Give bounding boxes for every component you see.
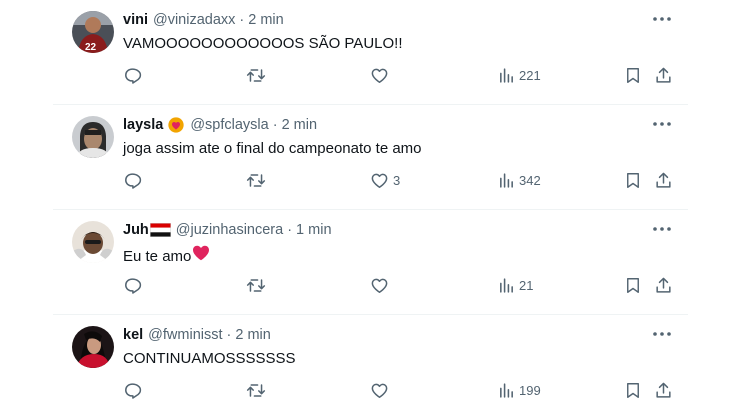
bookmark-button[interactable] (624, 274, 642, 296)
views-icon (498, 277, 515, 294)
display-name[interactable]: vini (123, 12, 148, 28)
bookmark-button[interactable] (624, 64, 642, 86)
post-text: CONTINUAMOSSSSSSS (123, 350, 296, 367)
heart-emoji-icon (192, 245, 210, 261)
like-button[interactable]: 3 (370, 169, 400, 191)
post-text: Eu te amo (123, 245, 210, 265)
more-icon[interactable] (652, 10, 672, 28)
display-name[interactable]: kel (123, 327, 143, 343)
like-button[interactable] (370, 64, 393, 86)
share-button[interactable] (654, 169, 673, 191)
post[interactable]: 22 vini @vinizadaxx · 2 min VAMOOOOOOOOO… (53, 0, 688, 105)
post[interactable]: Juh @juzinhasincera · 1 min Eu te amo 21 (53, 210, 688, 315)
views-button[interactable]: 199 (498, 379, 541, 401)
username[interactable]: @fwminisst (148, 327, 222, 343)
action-bar: 21 (123, 274, 672, 296)
username[interactable]: @juzinhasincera (176, 222, 283, 238)
post[interactable]: laysla @spfclaysla · 2 min joga assim at… (53, 105, 688, 210)
separator-dot: · (239, 12, 245, 28)
bookmark-icon (624, 381, 642, 400)
like-count: 3 (393, 172, 401, 188)
display-name[interactable]: Juh (123, 222, 149, 238)
feed: 22 vini @vinizadaxx · 2 min VAMOOOOOOOOO… (53, 0, 688, 419)
retweet-button[interactable] (246, 274, 266, 296)
like-icon (370, 381, 389, 400)
views-button[interactable]: 342 (498, 169, 541, 191)
post[interactable]: kel @fwminisst · 2 min CONTINUAMOSSSSSSS… (53, 315, 688, 419)
action-bar: 3 342 (123, 169, 672, 191)
bookmark-icon (624, 276, 642, 295)
bookmark-button[interactable] (624, 169, 642, 191)
separator-dot: · (226, 327, 232, 343)
retweet-icon (246, 171, 266, 190)
share-button[interactable] (654, 274, 673, 296)
avatar[interactable] (72, 221, 114, 263)
spfc-flag-icon (149, 223, 171, 237)
reply-button[interactable] (123, 274, 142, 296)
share-icon (654, 171, 673, 190)
retweet-button[interactable] (246, 379, 266, 401)
reply-button[interactable] (123, 379, 142, 401)
timestamp[interactable]: 1 min (296, 222, 331, 238)
more-icon[interactable] (652, 325, 672, 343)
reply-button[interactable] (123, 64, 142, 86)
view-count: 199 (519, 382, 541, 398)
post-text-content: Eu te amo (123, 248, 192, 265)
reply-button[interactable] (123, 169, 142, 191)
timestamp[interactable]: 2 min (248, 12, 283, 28)
username[interactable]: @vinizadaxx (153, 12, 235, 28)
views-icon (498, 172, 515, 189)
reply-icon (123, 66, 142, 85)
action-bar: 199 (123, 379, 672, 401)
svg-text:22: 22 (85, 42, 97, 53)
share-button[interactable] (654, 64, 673, 86)
view-count: 221 (519, 67, 541, 83)
share-icon (654, 381, 673, 400)
share-icon (654, 276, 673, 295)
reply-icon (123, 171, 142, 190)
timestamp[interactable]: 2 min (282, 117, 317, 133)
avatar[interactable] (72, 116, 114, 158)
retweet-icon (246, 276, 266, 295)
post-text: joga assim ate o final do campeonato te … (123, 140, 422, 157)
post-text: VAMOOOOOOOOOOOOS SÃO PAULO!! (123, 35, 403, 52)
bookmark-icon (624, 66, 642, 85)
like-icon (370, 276, 389, 295)
username[interactable]: @spfclaysla (190, 117, 268, 133)
separator-dot: · (287, 222, 293, 238)
view-count: 21 (519, 277, 534, 293)
post-header: kel @fwminisst · 2 min (123, 325, 271, 345)
action-bar: 221 (123, 64, 672, 86)
bookmark-button[interactable] (624, 379, 642, 401)
like-button[interactable] (370, 379, 393, 401)
like-button[interactable] (370, 274, 393, 296)
avatar[interactable]: 22 (72, 11, 114, 53)
retweet-icon (246, 381, 266, 400)
retweet-icon (246, 66, 266, 85)
avatar[interactable] (72, 326, 114, 368)
retweet-button[interactable] (246, 169, 266, 191)
like-icon (370, 66, 389, 85)
view-count: 342 (519, 172, 541, 188)
views-button[interactable]: 221 (498, 64, 541, 86)
more-icon[interactable] (652, 220, 672, 238)
views-icon (498, 67, 515, 84)
post-header: laysla @spfclaysla · 2 min (123, 115, 317, 135)
more-icon[interactable] (652, 115, 672, 133)
views-icon (498, 382, 515, 399)
reply-icon (123, 381, 142, 400)
verified-like-badge-icon (167, 116, 185, 134)
post-header: vini @vinizadaxx · 2 min (123, 10, 284, 30)
retweet-button[interactable] (246, 64, 266, 86)
share-icon (654, 66, 673, 85)
display-name[interactable]: laysla (123, 117, 163, 133)
timestamp[interactable]: 2 min (235, 327, 270, 343)
bookmark-icon (624, 171, 642, 190)
views-button[interactable]: 21 (498, 274, 533, 296)
share-button[interactable] (654, 379, 673, 401)
separator-dot: · (272, 117, 278, 133)
like-icon (370, 171, 389, 190)
post-header: Juh @juzinhasincera · 1 min (123, 220, 332, 240)
reply-icon (123, 276, 142, 295)
